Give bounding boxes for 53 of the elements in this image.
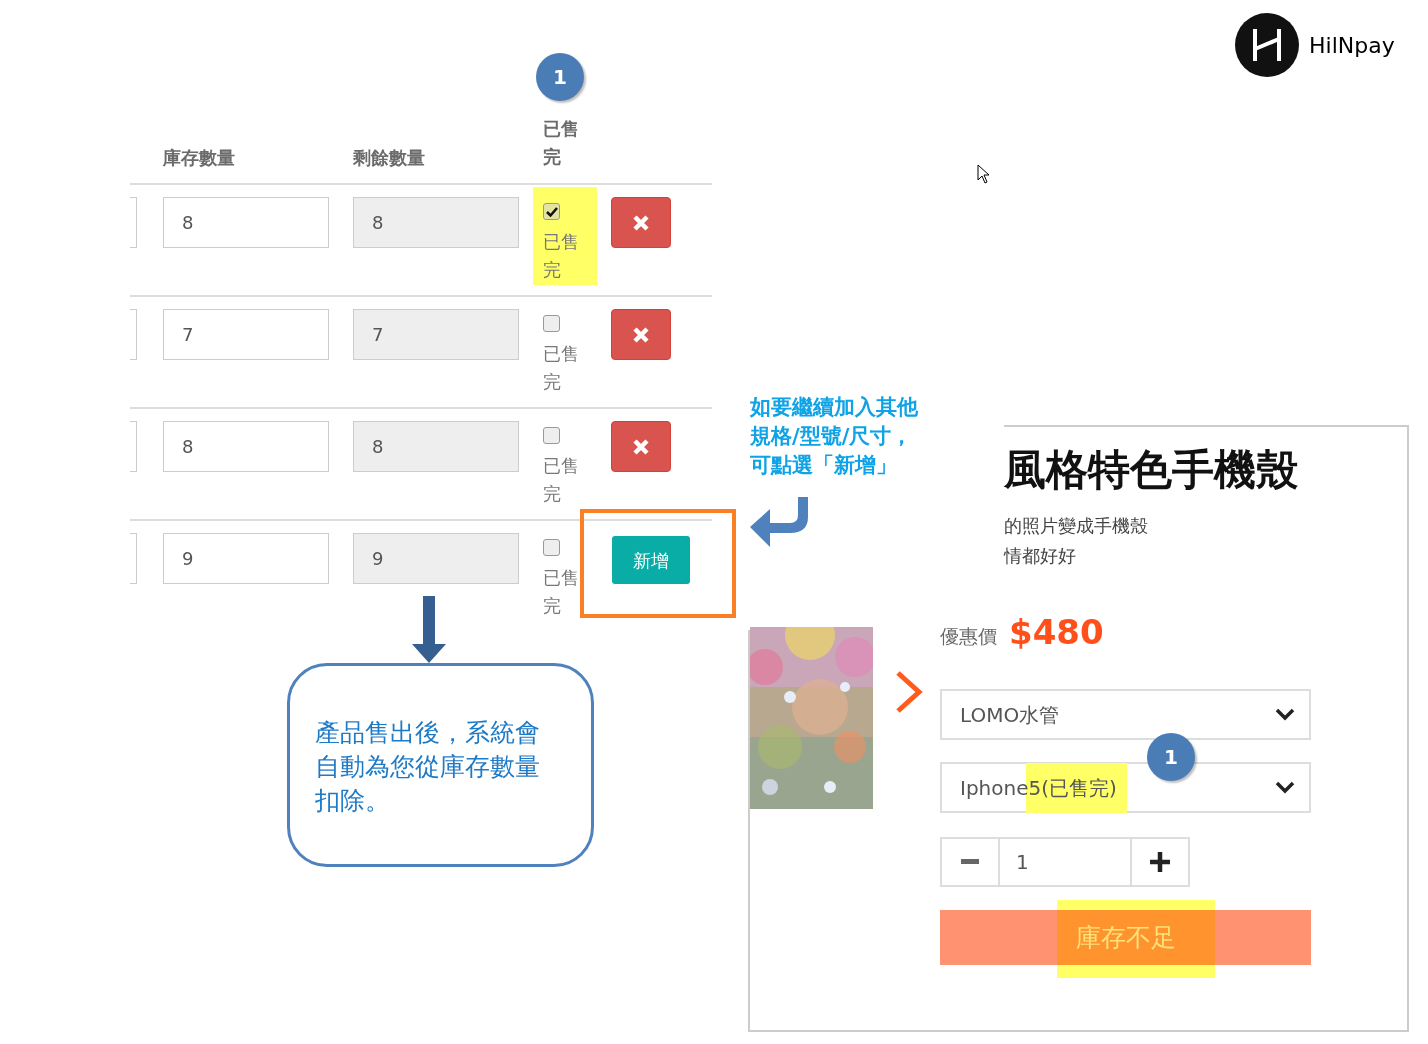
chevron-down-icon (1275, 780, 1295, 795)
stock-input[interactable]: 7 (163, 309, 329, 360)
close-icon (632, 213, 650, 232)
return-arrow-icon (750, 497, 808, 547)
quantity-input[interactable]: 1 (1000, 837, 1130, 887)
input-field[interactable] (130, 197, 137, 248)
remaining-input[interactable]: 7 (353, 309, 519, 360)
checkbox[interactable] (543, 203, 560, 220)
option-value: LOMO水管 (960, 701, 1060, 729)
column-header: 已售完 (543, 117, 580, 169)
logo-icon (1235, 13, 1299, 77)
checkbox-label: 已售完 (543, 566, 580, 618)
chevron-right-icon (895, 670, 923, 714)
check-icon (545, 206, 558, 217)
stock-input[interactable]: 8 (163, 197, 329, 248)
minus-icon (961, 859, 979, 865)
plus-icon (1149, 851, 1171, 873)
delete-button[interactable] (611, 309, 671, 360)
minus-button[interactable] (940, 837, 1000, 887)
option-select[interactable]: LOMO水管 (940, 689, 1311, 740)
input-field[interactable] (130, 421, 137, 472)
delete-button[interactable] (611, 197, 671, 248)
description-line: 情都好好 (1004, 544, 1077, 568)
stock-input[interactable]: 8 (163, 421, 329, 472)
checkbox[interactable] (543, 539, 560, 556)
description-line: 的照片變成手機殼 (1004, 514, 1149, 538)
checkbox[interactable] (543, 427, 560, 444)
down-arrow (412, 596, 446, 663)
input-field[interactable] (130, 533, 137, 584)
checkbox[interactable] (543, 315, 560, 332)
close-icon (632, 325, 650, 344)
price: $480 (1009, 612, 1104, 652)
cursor-icon (977, 164, 990, 184)
checkbox-label: 已售完 (543, 454, 580, 506)
remaining-input[interactable]: 8 (353, 197, 519, 248)
remaining-input[interactable]: 9 (353, 533, 519, 584)
brand-name: HilNpay (1309, 31, 1395, 60)
plus-button[interactable] (1130, 837, 1190, 887)
column-header: 剩餘數量 (353, 146, 426, 170)
column-header: 庫存數量 (163, 146, 236, 170)
hint-text: 如要繼續加入其他 規格/型號/尺寸， 可點選「新增」 (750, 393, 918, 479)
delete-button[interactable] (611, 421, 671, 472)
product-title: 風格特色手機殼 (1004, 445, 1299, 495)
input-field[interactable] (130, 309, 137, 360)
number-badge: 1 (536, 53, 584, 101)
chevron-down-icon (1275, 707, 1295, 722)
checkbox-label: 已售完 (543, 230, 580, 282)
checkbox-label: 已售完 (543, 342, 580, 394)
stock-input[interactable]: 9 (163, 533, 329, 584)
close-icon (632, 437, 650, 456)
callout-text: 產品售出後，系統會自動為您從庫存數量扣除。 (315, 717, 541, 817)
remaining-input[interactable]: 8 (353, 421, 519, 472)
price-label: 優惠價 (940, 623, 997, 649)
